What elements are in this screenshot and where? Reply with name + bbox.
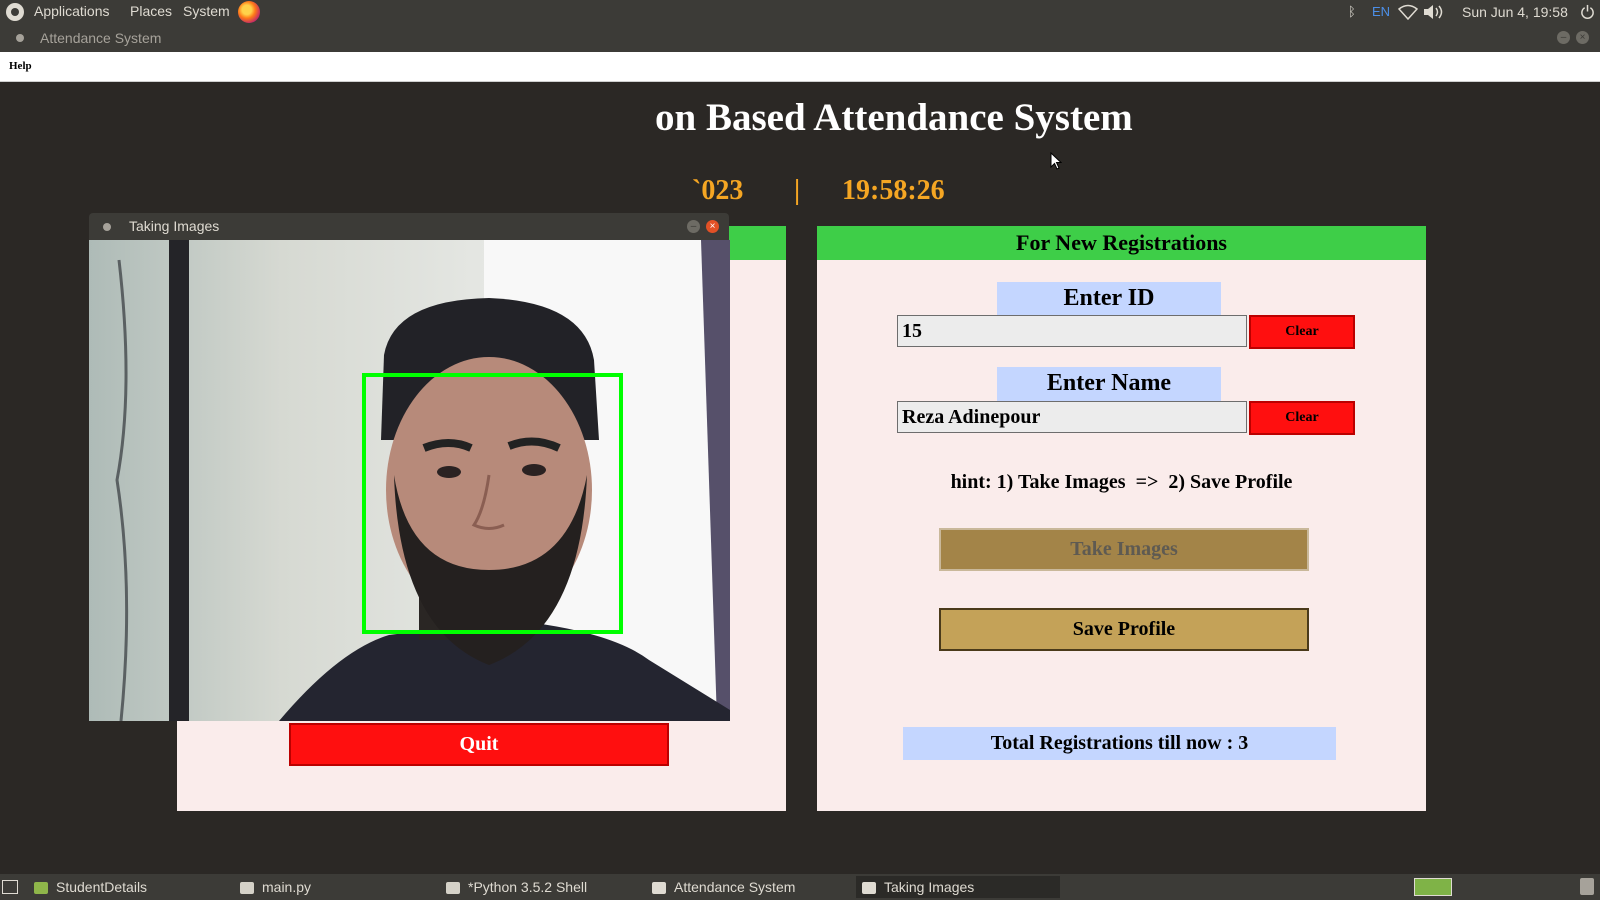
id-input[interactable]: 15 (897, 315, 1247, 347)
close-button[interactable]: × (706, 220, 719, 233)
trash-icon[interactable] (1580, 878, 1594, 895)
window-icon (652, 882, 666, 895)
hint-text: hint: 1) Take Images => 2) Save Profile (950, 471, 1293, 493)
window-titlebar[interactable]: Attendance System – × (0, 24, 1600, 52)
show-desktop-icon[interactable] (2, 880, 18, 894)
window-menu-icon[interactable] (103, 223, 111, 231)
python-file-icon (446, 882, 460, 895)
taskbar-item-studentdetails[interactable]: StudentDetails (34, 876, 234, 898)
top-panel: Applications Places System ᛒ EN Sun Jun … (0, 0, 1600, 24)
save-profile-button[interactable]: Save Profile (939, 608, 1309, 651)
taskbar-item-python-shell[interactable]: *Python 3.5.2 Shell (446, 876, 646, 898)
bluetooth-icon[interactable]: ᛒ (1348, 4, 1356, 19)
menubar: Help (0, 52, 1600, 82)
folder-icon (34, 882, 48, 895)
menu-applications[interactable]: Applications (34, 3, 110, 19)
clear-name-button[interactable]: Clear (1249, 401, 1355, 435)
app-title: on Based Attendance System (655, 96, 1133, 139)
taskbar-item-main-py[interactable]: main.py (240, 876, 440, 898)
quit-button[interactable]: Quit (289, 723, 669, 766)
bottom-taskbar: StudentDetails main.py *Python 3.5.2 She… (0, 874, 1600, 900)
wifi-icon[interactable] (1397, 4, 1419, 23)
taskbar-item-attendance-system[interactable]: Attendance System (652, 876, 852, 898)
window-menu-icon[interactable] (16, 34, 24, 42)
clock-datetime[interactable]: Sun Jun 4, 19:58 (1462, 4, 1568, 20)
enter-id-label: Enter ID (997, 282, 1221, 316)
menu-help[interactable]: Help (9, 60, 32, 72)
name-input[interactable]: Reza Adinepour (897, 401, 1247, 433)
date-label: `023 (692, 175, 744, 206)
clear-id-button[interactable]: Clear (1249, 315, 1355, 349)
total-registrations-label: Total Registrations till now : 3 (903, 727, 1336, 760)
registration-frame: For New Registrations Enter ID 15 Clear … (817, 226, 1426, 811)
time-label: 19:58:26 (842, 175, 945, 206)
camera-view (89, 240, 730, 721)
window-title: Attendance System (40, 30, 162, 46)
take-images-button[interactable]: Take Images (939, 528, 1309, 571)
taking-images-titlebar[interactable]: Taking Images – × (89, 213, 729, 240)
minimize-button[interactable]: – (1557, 31, 1570, 44)
enter-name-label: Enter Name (997, 367, 1221, 401)
close-button[interactable]: × (1576, 31, 1589, 44)
firefox-icon[interactable] (238, 1, 260, 23)
taskbar-item-taking-images[interactable]: Taking Images (856, 876, 1060, 898)
mouse-pointer-icon (1050, 152, 1062, 170)
ubuntu-logo-icon[interactable] (6, 3, 24, 21)
volume-icon[interactable] (1422, 4, 1444, 23)
python-file-icon (240, 882, 254, 895)
keyboard-layout-indicator[interactable]: EN (1372, 4, 1390, 19)
workspace-switcher[interactable] (1414, 878, 1452, 896)
camera-frame-image (89, 240, 730, 721)
taking-images-title: Taking Images (129, 218, 220, 234)
menu-places[interactable]: Places (130, 3, 172, 19)
window-icon (862, 882, 876, 895)
clock-separator: | (794, 175, 801, 206)
menu-system[interactable]: System (183, 3, 230, 19)
minimize-button[interactable]: – (687, 220, 700, 233)
power-icon[interactable] (1580, 4, 1595, 22)
registration-frame-header: For New Registrations (817, 226, 1426, 260)
